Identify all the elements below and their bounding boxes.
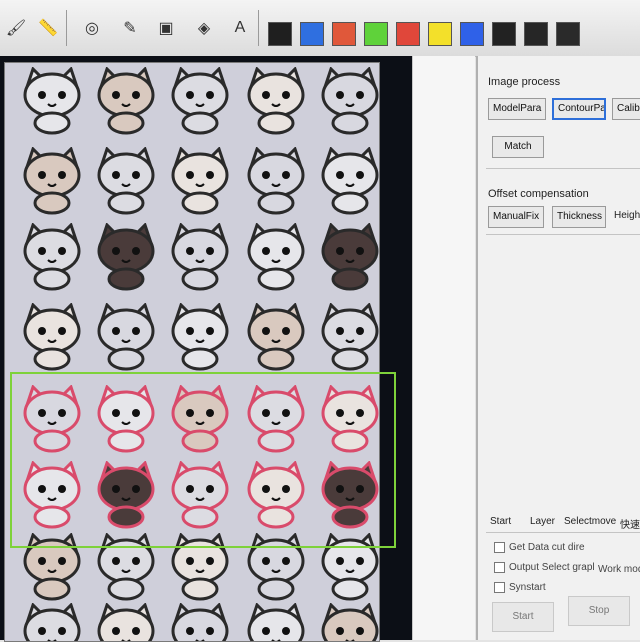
cat-sticker[interactable] xyxy=(317,603,380,642)
toolbar-separator xyxy=(66,10,67,46)
color-swatch[interactable] xyxy=(556,22,580,46)
canvas-gutter xyxy=(412,56,475,640)
cat-sticker[interactable] xyxy=(93,223,159,291)
synstart-option[interactable]: Synstart xyxy=(494,582,546,593)
option-label: Get Data cut dire xyxy=(509,542,585,553)
selection-box[interactable] xyxy=(10,372,396,548)
checkbox[interactable] xyxy=(494,562,505,573)
color-swatch[interactable] xyxy=(524,22,548,46)
tab-quick[interactable]: 快速 xyxy=(620,516,640,531)
cat-sticker[interactable] xyxy=(317,147,380,215)
ruler-icon[interactable]: 📏 xyxy=(34,14,62,42)
cat-sticker[interactable] xyxy=(93,147,159,215)
color-swatch[interactable] xyxy=(396,22,420,46)
cat-sticker[interactable] xyxy=(317,303,380,371)
color-swatch[interactable] xyxy=(492,22,516,46)
checkbox[interactable] xyxy=(494,542,505,553)
cat-sticker[interactable] xyxy=(243,603,309,642)
color-swatch[interactable] xyxy=(364,22,388,46)
node-edit-icon[interactable]: ◎ xyxy=(78,14,106,42)
cat-sticker[interactable] xyxy=(19,603,85,642)
color-swatch[interactable] xyxy=(332,22,356,46)
output-select-graph-option[interactable]: Output Select grapl xyxy=(494,562,595,573)
thickness-button[interactable]: Thickness xyxy=(552,206,606,228)
contour-para-button[interactable]: ContourPara xyxy=(552,98,606,120)
divider xyxy=(486,532,640,533)
work-mode-label: Work mode xyxy=(598,564,640,575)
cat-sticker[interactable] xyxy=(167,67,233,135)
color-swatch[interactable] xyxy=(428,22,452,46)
tab-layer[interactable]: Layer xyxy=(530,516,555,527)
sticker-sheet[interactable] xyxy=(4,62,380,642)
match-button[interactable]: Match xyxy=(492,136,544,158)
cat-sticker[interactable] xyxy=(93,603,159,642)
cat-sticker[interactable] xyxy=(243,147,309,215)
cat-sticker[interactable] xyxy=(19,67,85,135)
cat-sticker[interactable] xyxy=(167,147,233,215)
cat-sticker[interactable] xyxy=(243,67,309,135)
image-process-title: Image process xyxy=(488,76,561,88)
pen-tool-icon[interactable]: ✎ xyxy=(116,14,144,42)
manual-fix-button[interactable]: ManualFix xyxy=(488,206,545,228)
paint-brush-icon[interactable]: 🖌 xyxy=(2,14,30,42)
stop-button[interactable]: Stop xyxy=(568,596,630,626)
cat-sticker[interactable] xyxy=(93,303,159,371)
cat-sticker[interactable] xyxy=(243,303,309,371)
calibra-button[interactable]: Calibra xyxy=(612,98,640,120)
checkbox[interactable] xyxy=(494,582,505,593)
divider xyxy=(486,234,640,235)
text-handles-icon[interactable]: A xyxy=(226,14,254,42)
cat-sticker[interactable] xyxy=(167,303,233,371)
toolbar-separator xyxy=(258,10,259,46)
option-label: Output Select grapl xyxy=(509,562,595,573)
cat-sticker[interactable] xyxy=(93,67,159,135)
get-data-cut-direction-option[interactable]: Get Data cut dire xyxy=(494,542,585,553)
cat-sticker[interactable] xyxy=(167,603,233,642)
model-para-button[interactable]: ModelPara xyxy=(488,98,547,120)
rotate-handles-icon[interactable]: ◈ xyxy=(190,14,218,42)
canvas-area xyxy=(0,56,412,642)
offset-compensation-title: Offset compensation xyxy=(488,188,589,200)
cat-sticker[interactable] xyxy=(167,223,233,291)
cat-sticker[interactable] xyxy=(19,147,85,215)
cat-sticker[interactable] xyxy=(19,223,85,291)
cat-sticker[interactable] xyxy=(243,223,309,291)
color-swatch[interactable] xyxy=(460,22,484,46)
cat-sticker[interactable] xyxy=(317,67,380,135)
select-handles-icon[interactable]: ▣ xyxy=(152,14,180,42)
tab-start[interactable]: Start xyxy=(490,516,511,527)
start-button[interactable]: Start xyxy=(492,602,554,632)
option-label: Synstart xyxy=(509,582,546,593)
cat-sticker[interactable] xyxy=(317,223,380,291)
toolbar: 🖌 📏 ◎ ✎ ▣ ◈ A xyxy=(0,0,640,57)
color-swatch[interactable] xyxy=(268,22,292,46)
height-button[interactable]: Height xyxy=(614,210,640,221)
side-panel: Image process ModelPara ContourPara Cali… xyxy=(476,56,640,640)
divider xyxy=(486,168,640,169)
color-swatch[interactable] xyxy=(300,22,324,46)
cat-sticker[interactable] xyxy=(19,303,85,371)
tab-selectmove[interactable]: Selectmove xyxy=(564,516,616,527)
